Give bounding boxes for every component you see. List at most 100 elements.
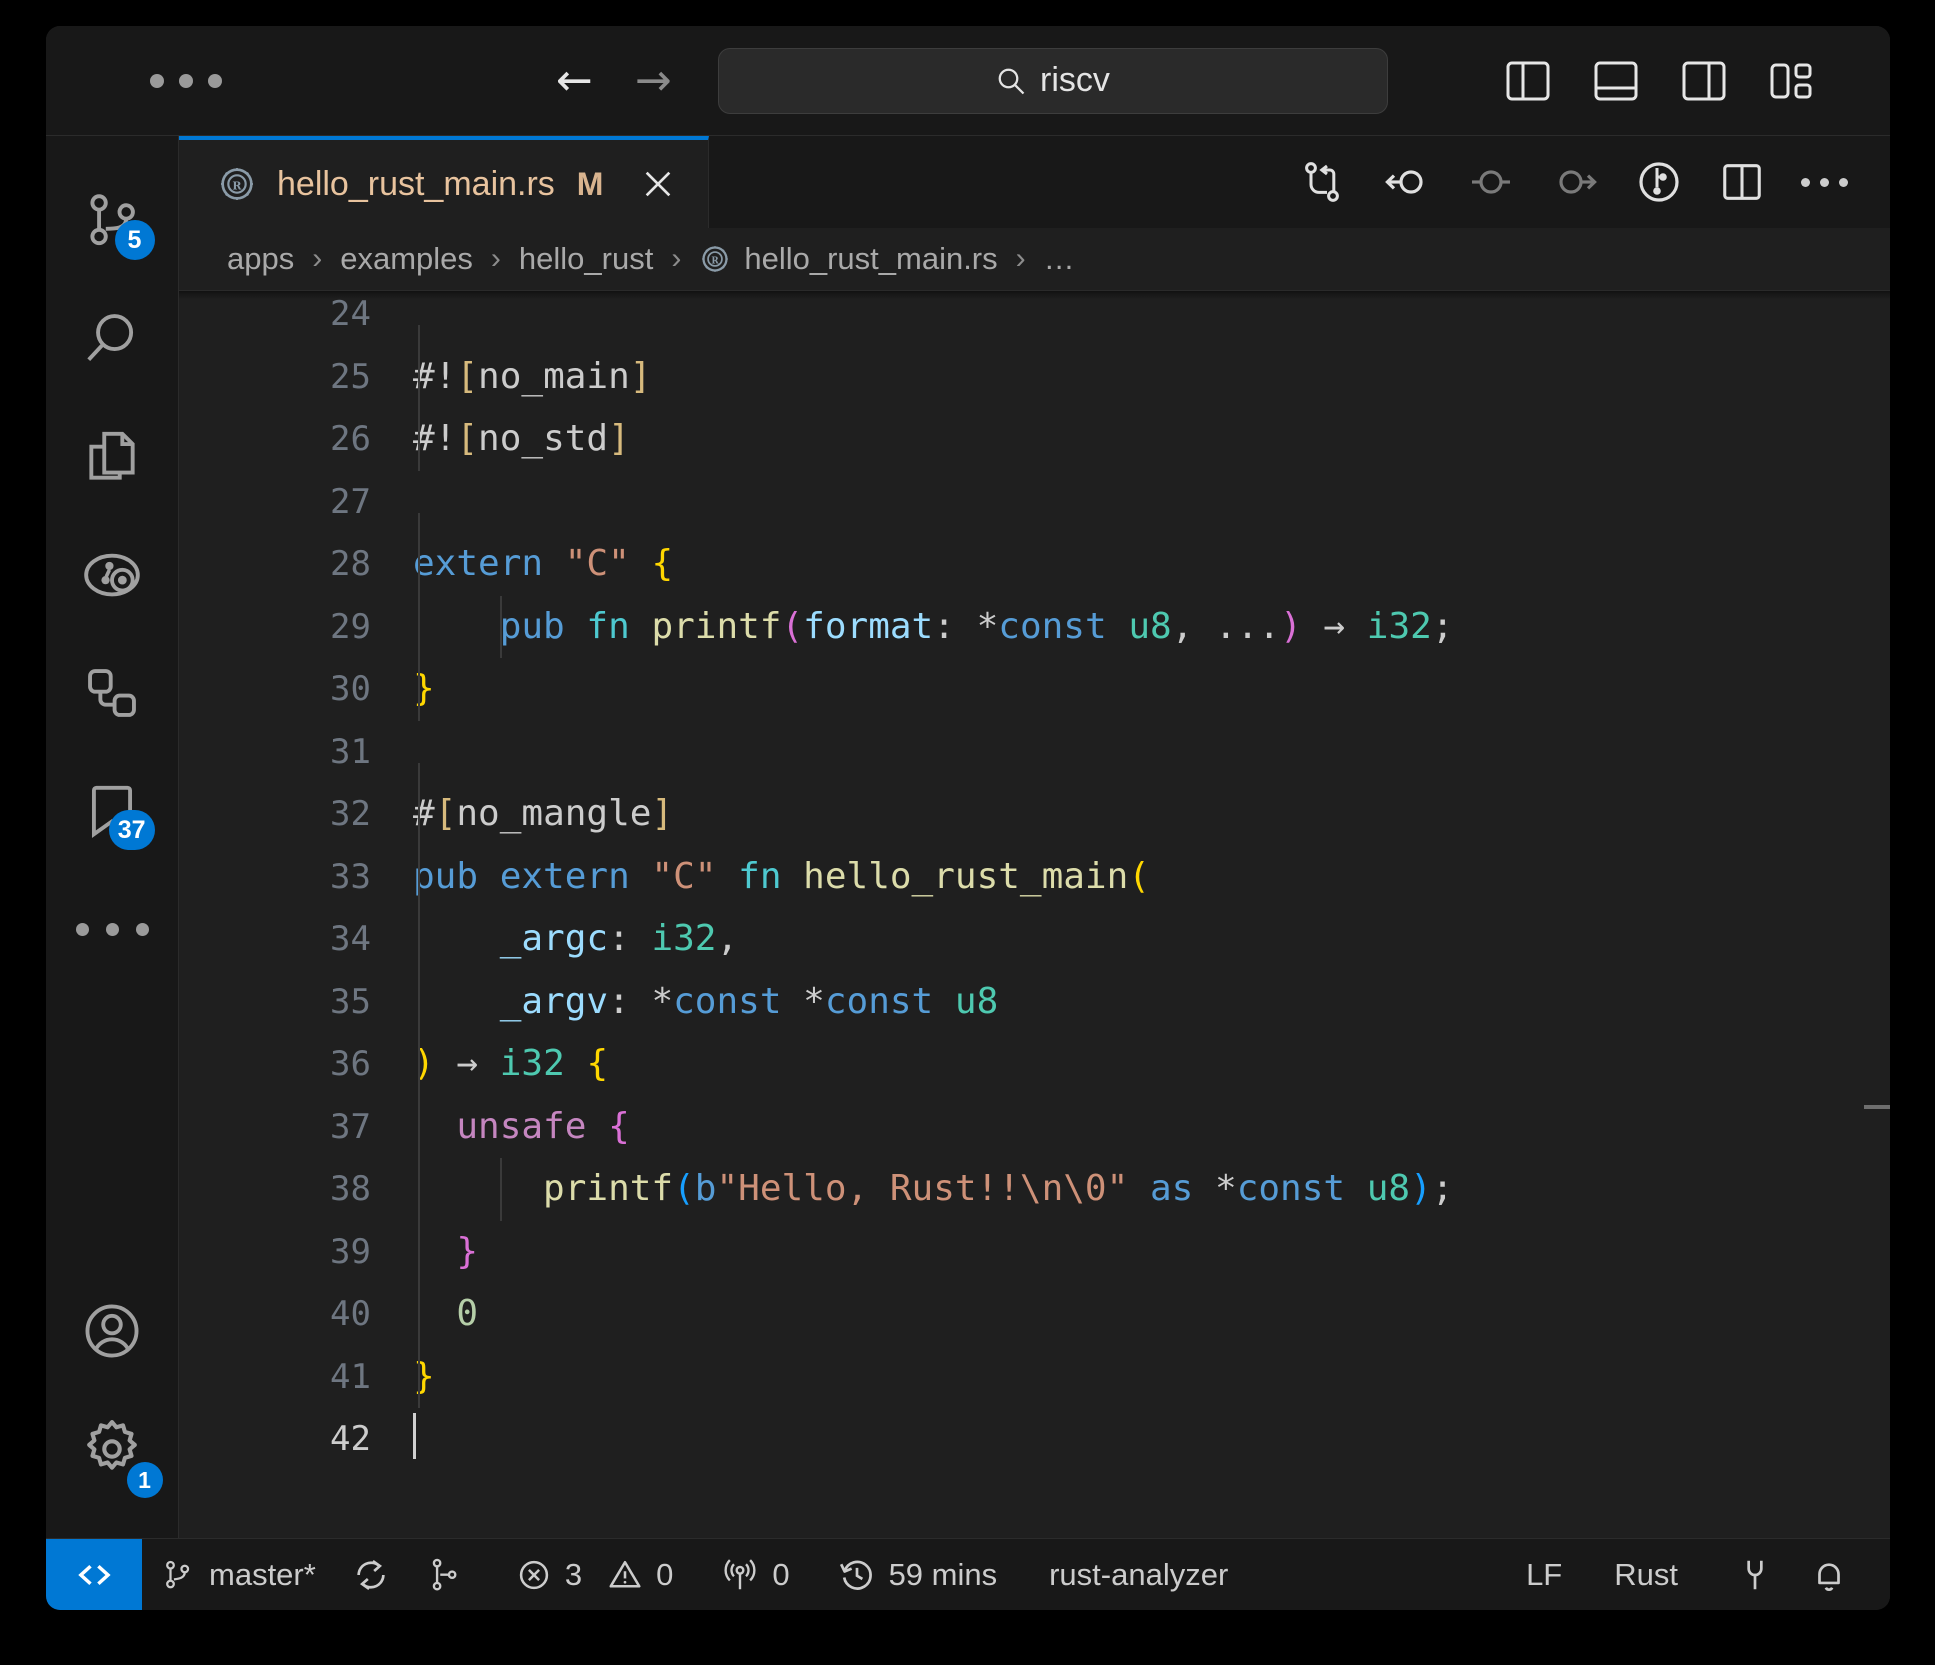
sync-icon xyxy=(357,1559,385,1590)
code-line[interactable]: 29 pub fn printf(format: *const u8, ...)… xyxy=(179,595,1890,658)
code-line[interactable]: 36) → i32 { xyxy=(179,1033,1890,1096)
code-line[interactable]: 38 printf(b"Hello, Rust!!\n\0" as *const… xyxy=(179,1158,1890,1221)
code-line[interactable]: 30} xyxy=(179,658,1890,721)
code-line[interactable]: 28 extern "C" { xyxy=(179,533,1890,596)
code-line[interactable]: 24 xyxy=(179,291,1890,388)
line-number: 40 xyxy=(330,1294,371,1334)
code-line[interactable]: 27 xyxy=(179,471,1890,575)
breadcrumb-item-symbol[interactable]: … xyxy=(1044,241,1075,277)
sidebar-item-explorer-copy[interactable] xyxy=(46,398,179,516)
breadcrumb-item-examples[interactable]: examples xyxy=(340,241,473,277)
ellipsis-icon[interactable] xyxy=(1801,177,1848,187)
code-line[interactable]: 31 xyxy=(179,721,1890,825)
code-token: hello_rust_main xyxy=(803,855,1129,897)
code-token: , xyxy=(716,918,739,959)
code-line[interactable]: 41} xyxy=(179,1345,1890,1408)
line-text: } xyxy=(413,1220,1890,1283)
breadcrumb-item-file[interactable]: R hello_rust_main.rs xyxy=(699,241,998,277)
sidebar-item-bookmarks[interactable]: 37 xyxy=(46,752,179,870)
language-server-label: rust-analyzer xyxy=(1049,1556,1229,1592)
status-branch[interactable]: master* xyxy=(142,1539,334,1611)
indent-guide xyxy=(418,783,420,846)
toggle-secondary-sidebar-icon[interactable] xyxy=(1682,61,1726,101)
code-token: const xyxy=(673,980,804,1022)
window-menu-button[interactable] xyxy=(150,73,222,88)
tab-label: hello_rust_main.rs xyxy=(277,164,555,203)
indent-guide xyxy=(418,595,420,658)
line-number: 32 xyxy=(330,794,371,834)
sidebar-item-testing[interactable] xyxy=(46,516,179,634)
sidebar-item-search[interactable] xyxy=(46,280,179,398)
dot xyxy=(1839,177,1848,187)
code-token: pub xyxy=(499,605,587,647)
sidebar-item-more-views[interactable] xyxy=(46,870,179,988)
status-ports[interactable]: 0 xyxy=(691,1539,807,1611)
code-token: ) xyxy=(413,1043,435,1084)
code-line[interactable]: 26 #![no_std] xyxy=(179,408,1890,471)
line-text: #[no_mangle] xyxy=(413,783,1890,846)
sidebar-item-source-control[interactable]: 5 xyxy=(46,162,179,280)
close-icon[interactable] xyxy=(641,167,675,201)
toggle-panel-icon[interactable] xyxy=(1594,61,1638,101)
remote-indicator[interactable] xyxy=(46,1538,142,1610)
sidebar-item-accounts[interactable] xyxy=(46,1272,179,1390)
toggle-primary-sidebar-icon[interactable] xyxy=(1506,61,1550,101)
code-line[interactable]: 25 #![no_main] xyxy=(179,345,1890,408)
arrow-circle-right-icon[interactable] xyxy=(1551,158,1599,206)
status-problems[interactable]: 3 0 xyxy=(482,1539,692,1611)
code-token: ( xyxy=(781,605,804,647)
rust-icon: R xyxy=(702,246,729,272)
indent-guide xyxy=(500,1158,502,1221)
code-token: ] xyxy=(608,418,630,459)
ports-count: 0 xyxy=(772,1556,790,1592)
breadcrumb-item-hello-rust[interactable]: hello_rust xyxy=(519,241,653,277)
command-center-search[interactable]: riscv xyxy=(718,47,1388,114)
split-editor-icon[interactable] xyxy=(1719,159,1765,205)
status-language-server[interactable]: rust-analyzer xyxy=(1015,1539,1246,1611)
code-line[interactable]: 39 } xyxy=(179,1220,1890,1283)
status-timer[interactable]: 59 mins xyxy=(808,1539,1016,1611)
code-token: u8 xyxy=(954,980,999,1022)
line-text: printf(b"Hello, Rust!!\n\0" as *const u8… xyxy=(413,1158,1890,1221)
status-notifications[interactable] xyxy=(1792,1539,1890,1611)
status-language[interactable]: Rust xyxy=(1580,1539,1696,1611)
status-plug[interactable] xyxy=(1696,1539,1792,1611)
code-token: printf xyxy=(543,1168,674,1209)
status-branch-compare[interactable] xyxy=(408,1539,482,1611)
code-editor[interactable]: 24 25 #![no_main] 26 #![no_std] 27 28 extern "C… xyxy=(179,290,1890,1538)
code-line[interactable]: 34 _argc: i32, xyxy=(179,908,1890,971)
code-line[interactable]: 33 pub extern "C" fn hello_rust_main( xyxy=(179,845,1890,908)
code-token: } xyxy=(413,668,435,709)
code-line[interactable]: 42 xyxy=(179,1408,1890,1471)
breadcrumb-item-apps[interactable]: apps xyxy=(227,241,294,277)
dot xyxy=(1820,177,1829,187)
code-token: b xyxy=(694,1168,717,1209)
code-token: { xyxy=(586,1043,609,1084)
line-number: 31 xyxy=(330,731,371,772)
activity-bar: 5 37 1 xyxy=(46,136,179,1538)
code-token: no_mangle xyxy=(456,793,652,834)
sidebar-item-extensions[interactable] xyxy=(46,634,179,752)
code-line[interactable]: 35 _argv: *const *const u8 xyxy=(179,970,1890,1033)
code-line[interactable]: 32 #[no_mangle] xyxy=(179,783,1890,846)
circle-dash-icon[interactable] xyxy=(1467,158,1515,206)
go-back-button[interactable]: ← xyxy=(556,58,593,103)
editor-action-bar xyxy=(1299,136,1848,228)
sidebar-item-manage-settings[interactable]: 1 xyxy=(46,1390,179,1508)
indent-guide xyxy=(418,408,420,471)
code-line[interactable]: 37 unsafe { xyxy=(179,1095,1890,1158)
customize-layout-icon[interactable] xyxy=(1770,61,1814,101)
git-commit-clock-icon[interactable] xyxy=(1635,158,1683,206)
status-sync[interactable] xyxy=(334,1539,408,1611)
compare-changes-icon[interactable] xyxy=(1299,158,1347,206)
dot xyxy=(75,922,89,936)
code-line[interactable]: 40 0 xyxy=(179,1283,1890,1346)
code-token: → xyxy=(434,1043,500,1084)
go-forward-button[interactable]: → xyxy=(635,58,672,103)
arrow-circle-left-icon[interactable] xyxy=(1383,158,1431,206)
workbench-body: 5 37 1 R hello_rust_main.rs M apps › exa… xyxy=(46,136,1890,1538)
error-count: 3 xyxy=(564,1556,583,1592)
status-eol[interactable]: LF xyxy=(1508,1539,1580,1611)
tab-hello-rust-main[interactable]: R hello_rust_main.rs M xyxy=(179,136,709,228)
